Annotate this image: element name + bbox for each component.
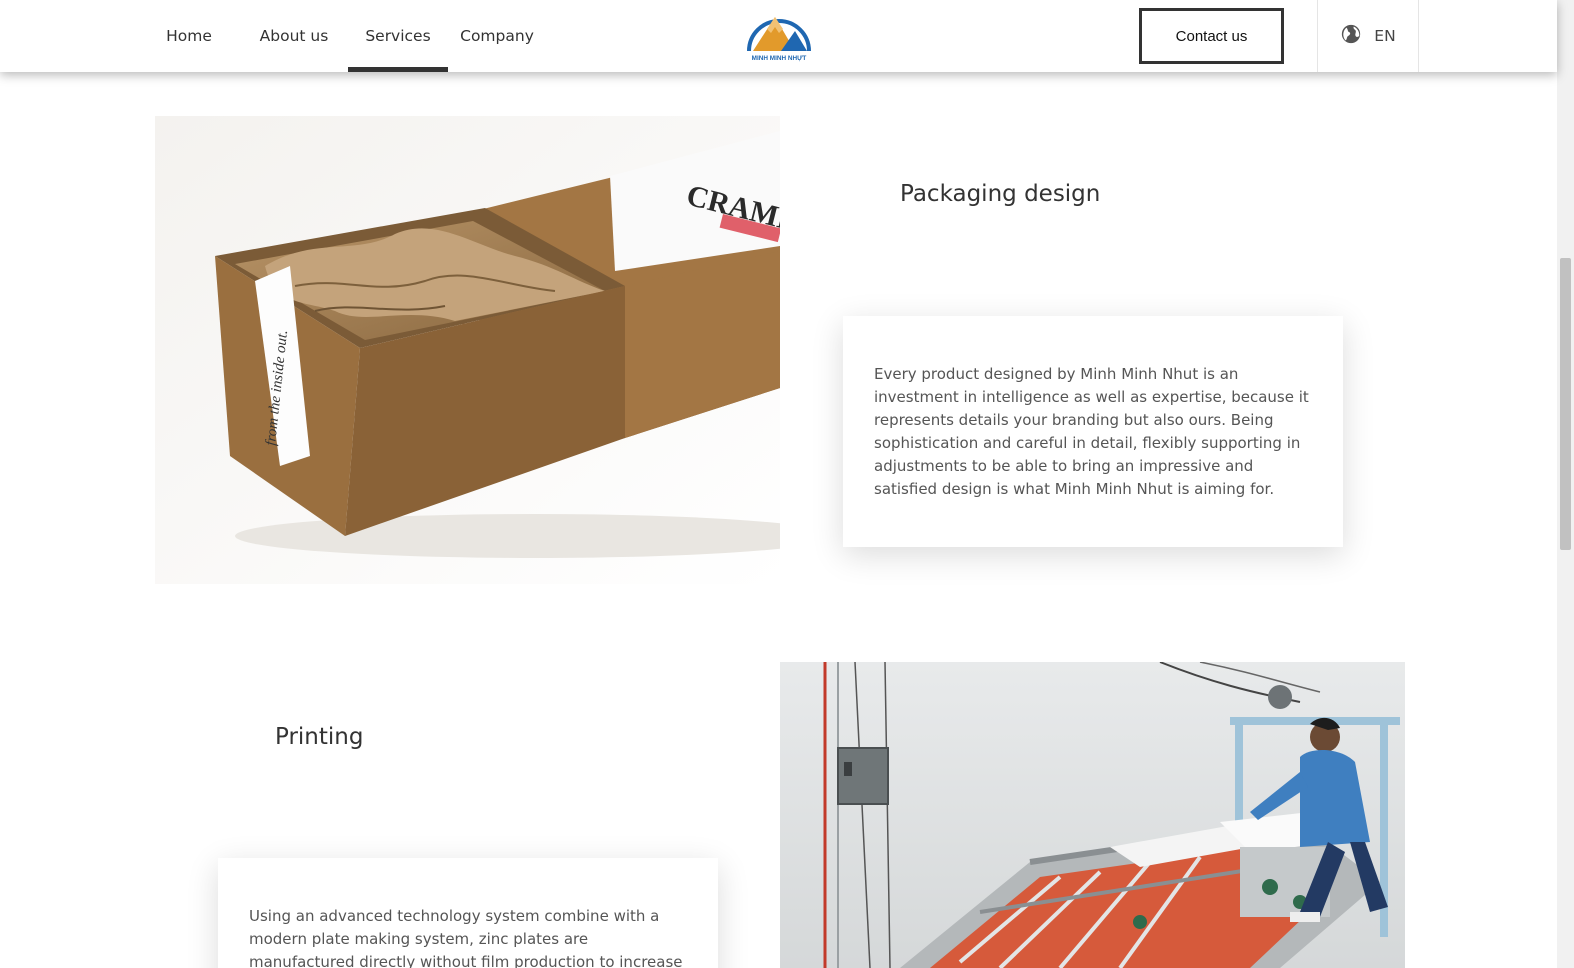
logo-wordmark: MINH MINH NHỰT xyxy=(752,55,807,62)
packaging-design-title: Packaging design xyxy=(900,181,1101,207)
printing-title: Printing xyxy=(275,724,364,750)
printing-image xyxy=(780,662,1405,968)
packaging-image: CRAMP from the inside out. xyxy=(155,116,780,584)
language-label: EN xyxy=(1374,27,1396,45)
language-selector[interactable]: EN xyxy=(1317,0,1419,72)
nav-company[interactable]: Company xyxy=(448,0,546,72)
nav-about-us[interactable]: About us xyxy=(240,0,348,72)
contact-us-button[interactable]: Contact us xyxy=(1139,8,1284,64)
page-scrollbar[interactable] xyxy=(1557,0,1574,968)
printing-description: Using an advanced technology system comb… xyxy=(249,907,683,968)
main-nav: Home About us Services Company xyxy=(150,0,546,72)
nav-services[interactable]: Services xyxy=(348,0,448,72)
scrollbar-thumb[interactable] xyxy=(1560,258,1571,550)
globe-icon xyxy=(1340,23,1362,50)
site-header: Home About us Services Company MINH MINH… xyxy=(0,0,1557,72)
printing-description-card: Using an advanced technology system comb… xyxy=(218,858,718,968)
packaging-description: Every product designed by Minh Minh Nhut… xyxy=(874,365,1309,498)
nav-home[interactable]: Home xyxy=(150,0,228,72)
packaging-description-card: Every product designed by Minh Minh Nhut… xyxy=(843,316,1343,547)
company-logo[interactable]: MINH MINH NHỰT xyxy=(745,11,813,63)
